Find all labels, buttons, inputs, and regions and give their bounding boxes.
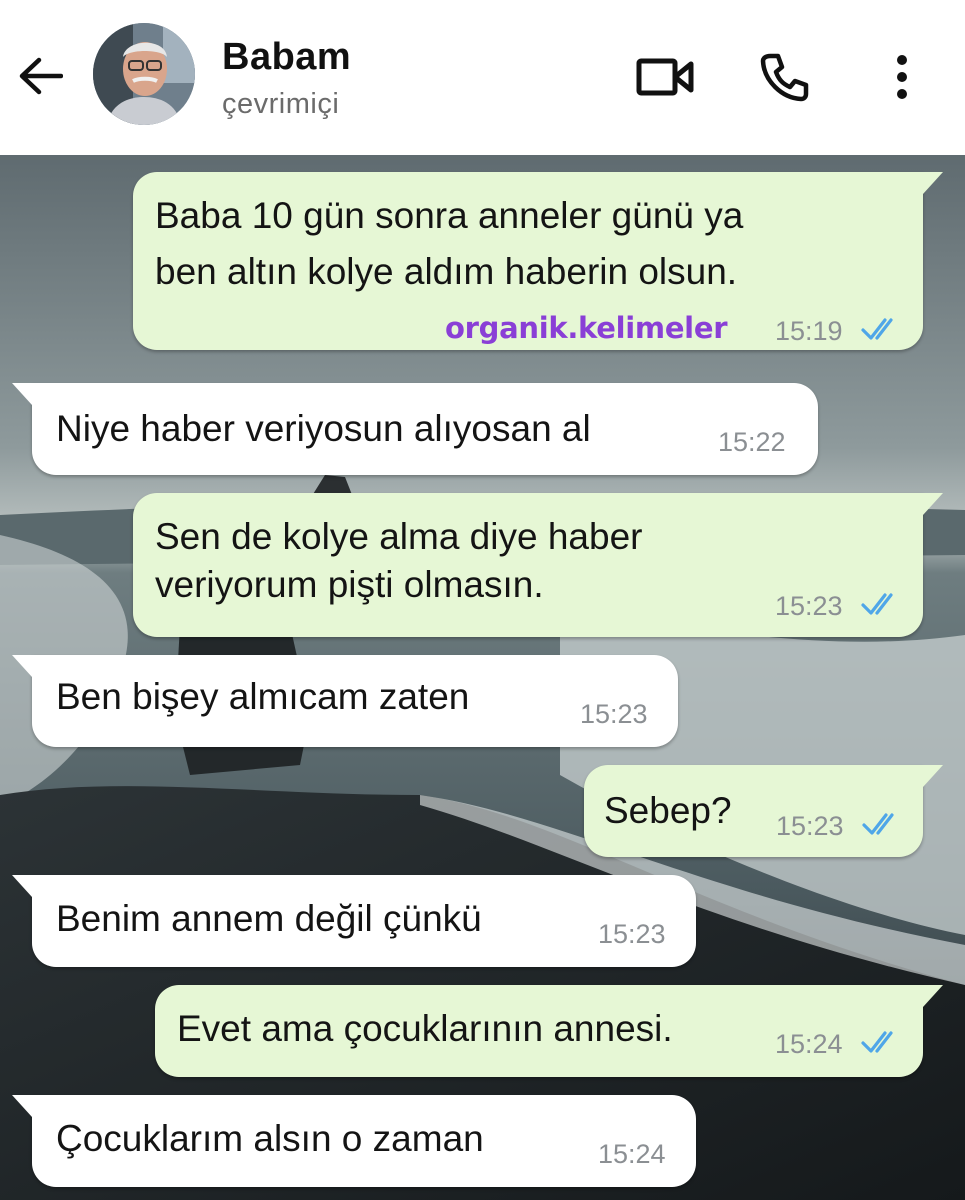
message-text: veriyorum pişti olmasın. (155, 564, 544, 605)
message-time: 15:23 (776, 811, 844, 841)
message-text: Niye haber veriyosun alıyosan al (56, 408, 591, 449)
message-bubble-incoming[interactable]: Ben bişey almıcam zaten 15:23 (12, 655, 678, 747)
contact-name[interactable]: Babam (222, 36, 351, 79)
bubble-tail (12, 383, 38, 405)
bubble-tail (12, 1095, 38, 1117)
read-receipt-icon (861, 1031, 893, 1053)
message-text: Ben bişey almıcam zaten (56, 676, 470, 717)
message-text: Evet ama çocuklarının annesi. (177, 1008, 673, 1049)
message-text: Sen de kolye alma diye haber (155, 516, 643, 557)
message-bubble-incoming[interactable]: Benim annem değil çünkü 15:23 (12, 875, 696, 967)
message-time: 15:23 (580, 699, 648, 729)
arrow-left-icon (19, 57, 63, 95)
message-text: Benim annem değil çünkü (56, 898, 482, 939)
message-time: 15:23 (598, 919, 666, 949)
message-bubble-incoming[interactable]: Çocuklarım alsın o zaman 15:24 (12, 1095, 696, 1187)
chat-header: Babam çevrimiçi (0, 0, 965, 155)
video-call-icon (636, 58, 694, 96)
watermark-text: organik.kelimeler (445, 311, 728, 345)
read-receipt-icon (861, 318, 893, 340)
read-receipt-icon (862, 813, 894, 835)
read-receipt-icon (861, 593, 893, 615)
bubble-tail (917, 493, 943, 515)
message-time: 15:22 (718, 427, 786, 457)
video-call-button[interactable] (633, 45, 697, 109)
message-text: Çocuklarım alsın o zaman (56, 1118, 484, 1159)
bubble-tail (917, 765, 943, 787)
message-bubble-outgoing[interactable]: Baba 10 gün sonra anneler günü ya ben al… (133, 172, 943, 350)
more-options-button[interactable] (870, 45, 934, 109)
message-text: Sebep? (604, 790, 732, 831)
bubble-tail (12, 655, 38, 677)
avatar-photo (93, 23, 195, 125)
message-bubble-outgoing[interactable]: Sen de kolye alma diye haber veriyorum p… (133, 493, 943, 637)
message-bubble-incoming[interactable]: Niye haber veriyosun alıyosan al 15:22 (12, 383, 818, 475)
avatar[interactable] (93, 23, 195, 125)
bubble-tail (917, 172, 943, 194)
chat-area: Baba 10 gün sonra anneler günü ya ben al… (0, 155, 965, 1200)
more-vertical-icon (897, 55, 907, 99)
voice-call-button[interactable] (752, 45, 816, 109)
back-button[interactable] (12, 48, 68, 104)
contact-status: çevrimiçi (222, 88, 340, 120)
message-time: 15:24 (598, 1139, 666, 1169)
bubble-tail (917, 985, 943, 1007)
message-text: Baba 10 gün sonra anneler günü ya (155, 195, 744, 236)
phone-icon (760, 53, 809, 102)
message-bubble-outgoing[interactable]: Evet ama çocuklarının annesi. 15:24 (155, 985, 943, 1077)
bubble-tail (12, 875, 38, 897)
message-bubble-outgoing[interactable]: Sebep? 15:23 (584, 765, 943, 857)
message-time: 15:23 (775, 591, 843, 621)
message-text: ben altın kolye aldım haberin olsun. (155, 251, 738, 292)
message-time: 15:19 (775, 316, 843, 346)
message-time: 15:24 (775, 1029, 843, 1059)
